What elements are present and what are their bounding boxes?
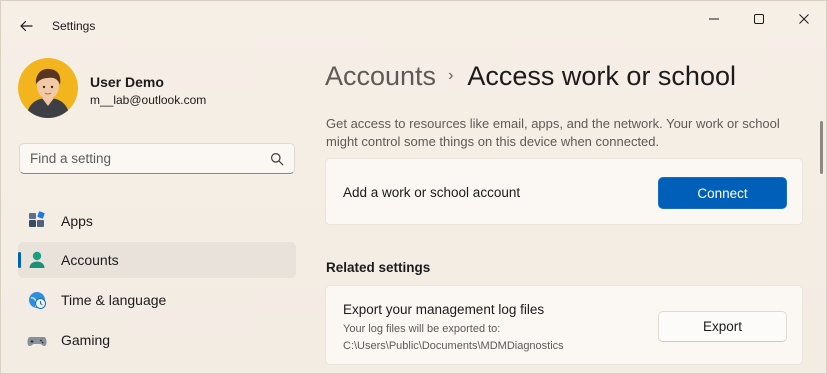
search-input[interactable] xyxy=(20,144,260,173)
search-box[interactable] xyxy=(19,143,295,174)
minimize-icon xyxy=(709,18,719,20)
sidebar-item-label: Time & language xyxy=(61,292,167,308)
user-name: User Demo xyxy=(90,74,164,90)
sidebar-item-label: Gaming xyxy=(61,332,111,348)
export-button[interactable]: Export xyxy=(658,311,787,342)
active-indicator xyxy=(18,252,21,268)
sidebar-item-accounts[interactable]: Accounts xyxy=(18,242,296,278)
user-email: m__lab@outlook.com xyxy=(90,93,207,107)
scrollbar[interactable] xyxy=(820,121,823,174)
settings-window: Settings User Demo m__lab@outlook.com Fi… xyxy=(0,0,827,374)
title-bar: Settings xyxy=(1,1,826,35)
maximize-icon xyxy=(754,14,764,24)
accounts-icon xyxy=(29,251,45,268)
add-account-card: Add a work or school account Connect xyxy=(325,158,803,225)
minimize-button[interactable] xyxy=(691,6,737,32)
sidebar-item-time-language[interactable]: Time & language xyxy=(18,282,296,318)
export-logs-title: Export your management log files xyxy=(343,302,545,317)
close-icon xyxy=(799,14,809,24)
time-language-icon xyxy=(29,292,46,309)
page-title: Access work or school xyxy=(467,61,736,91)
sidebar-item-apps[interactable]: Apps xyxy=(18,203,296,239)
chevron-right-icon: › xyxy=(448,67,454,84)
app-title: Settings xyxy=(52,19,96,33)
breadcrumb: Accounts › Access work or school xyxy=(325,61,736,92)
sidebar-item-label: Apps xyxy=(61,213,93,229)
connect-button[interactable]: Connect xyxy=(658,177,787,209)
maximize-button[interactable] xyxy=(736,6,782,32)
export-logs-path: Your log files will be exported to: C:\U… xyxy=(343,323,564,352)
related-settings-heading: Related settings xyxy=(326,260,431,275)
sidebar-item-label: Accounts xyxy=(61,252,119,268)
search-icon[interactable] xyxy=(270,152,284,166)
avatar[interactable] xyxy=(18,58,78,118)
close-button[interactable] xyxy=(781,6,826,32)
page-description: Get access to resources like email, apps… xyxy=(326,116,780,149)
breadcrumb-parent[interactable]: Accounts xyxy=(325,61,436,91)
apps-icon xyxy=(29,211,45,227)
add-account-label: Add a work or school account xyxy=(343,185,521,200)
gaming-icon xyxy=(27,337,47,346)
user-avatar-icon xyxy=(18,58,78,118)
export-logs-card: Export your management log files Your lo… xyxy=(325,285,803,365)
back-button[interactable] xyxy=(13,13,39,39)
back-arrow-icon xyxy=(20,20,33,32)
sidebar-item-gaming[interactable]: Gaming xyxy=(18,322,296,358)
